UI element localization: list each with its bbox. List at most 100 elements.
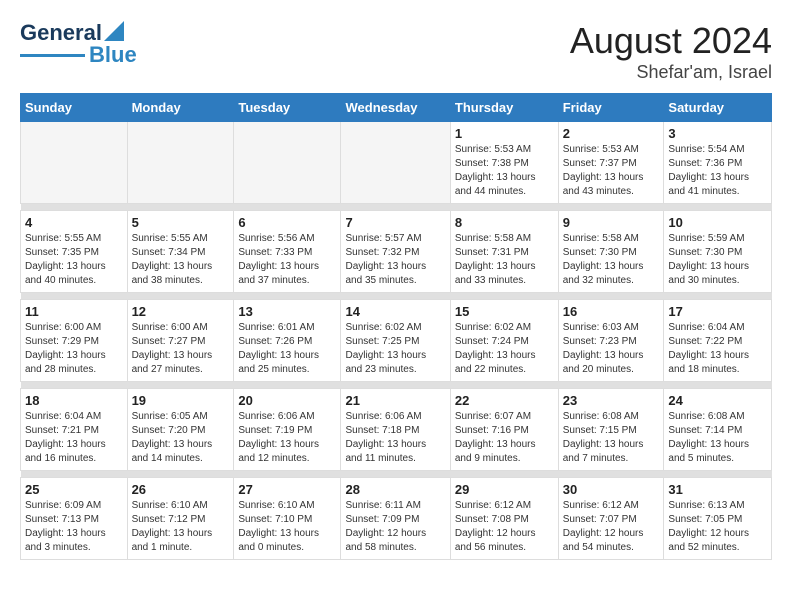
calendar-cell: 28 Sunrise: 6:11 AM Sunset: 7:09 PM Dayli… <box>341 478 450 560</box>
day-info: Sunrise: 5:58 AM Sunset: 7:30 PM Dayligh… <box>563 232 660 288</box>
header-day: Sunday <box>21 94 128 122</box>
day-number: 12 <box>132 304 230 319</box>
day-info: Sunrise: 6:11 AM Sunset: 7:09 PM Dayligh… <box>345 499 445 555</box>
day-info: Sunrise: 6:10 AM Sunset: 7:12 PM Dayligh… <box>132 499 230 555</box>
day-info: Sunrise: 6:08 AM Sunset: 7:14 PM Dayligh… <box>668 410 767 466</box>
header-day: Wednesday <box>341 94 450 122</box>
calendar-cell: 25 Sunrise: 6:09 AM Sunset: 7:13 PM Dayli… <box>21 478 128 560</box>
day-number: 13 <box>238 304 336 319</box>
day-info: Sunrise: 5:55 AM Sunset: 7:35 PM Dayligh… <box>25 232 123 288</box>
calendar-cell: 5 Sunrise: 5:55 AM Sunset: 7:34 PM Daylig… <box>127 211 234 293</box>
calendar-cell: 2Sunrise: 5:53 AM Sunset: 7:37 PM Daylig… <box>558 122 664 204</box>
day-number: 3 <box>668 126 767 141</box>
week-spacer <box>21 293 772 300</box>
day-number: 5 <box>132 215 230 230</box>
calendar-cell: 3 Sunrise: 5:54 AM Sunset: 7:36 PM Daylig… <box>664 122 772 204</box>
day-number: 9 <box>563 215 660 230</box>
day-number: 16 <box>563 304 660 319</box>
day-info: Sunrise: 6:12 AM Sunset: 7:08 PM Dayligh… <box>455 499 554 555</box>
logo: General Blue <box>20 20 137 68</box>
page-header: General Blue August 2024 Shefar'am, Isra… <box>20 20 772 83</box>
day-info: Sunrise: 5:53 AM Sunset: 7:38 PM Dayligh… <box>455 143 554 199</box>
day-number: 27 <box>238 482 336 497</box>
calendar-cell <box>341 122 450 204</box>
day-info: Sunrise: 5:58 AM Sunset: 7:31 PM Dayligh… <box>455 232 554 288</box>
day-info: Sunrise: 6:09 AM Sunset: 7:13 PM Dayligh… <box>25 499 123 555</box>
day-info: Sunrise: 5:56 AM Sunset: 7:33 PM Dayligh… <box>238 232 336 288</box>
week-spacer <box>21 471 772 478</box>
day-number: 6 <box>238 215 336 230</box>
day-number: 20 <box>238 393 336 408</box>
spacer-cell <box>21 293 772 300</box>
calendar-week-row: 1 Sunrise: 5:53 AM Sunset: 7:38 PM Daylig… <box>21 122 772 204</box>
day-info: Sunrise: 5:54 AM Sunset: 7:36 PM Dayligh… <box>668 143 767 199</box>
day-info: Sunrise: 6:03 AM Sunset: 7:23 PM Dayligh… <box>563 321 660 377</box>
day-info: Sunrise: 5:57 AM Sunset: 7:32 PM Dayligh… <box>345 232 445 288</box>
day-number: 14 <box>345 304 445 319</box>
day-number: 24 <box>668 393 767 408</box>
calendar-cell: 23Sunrise: 6:08 AM Sunset: 7:15 PM Dayli… <box>558 389 664 471</box>
day-number: 22 <box>455 393 554 408</box>
day-number: 4 <box>25 215 123 230</box>
day-info: Sunrise: 6:02 AM Sunset: 7:24 PM Dayligh… <box>455 321 554 377</box>
title-block: August 2024 Shefar'am, Israel <box>570 20 772 83</box>
day-number: 15 <box>455 304 554 319</box>
calendar-cell: 13 Sunrise: 6:01 AM Sunset: 7:26 PM Dayli… <box>234 300 341 382</box>
calendar-cell: 22 Sunrise: 6:07 AM Sunset: 7:16 PM Dayli… <box>450 389 558 471</box>
calendar-cell: 15 Sunrise: 6:02 AM Sunset: 7:24 PM Dayli… <box>450 300 558 382</box>
day-info: Sunrise: 5:55 AM Sunset: 7:34 PM Dayligh… <box>132 232 230 288</box>
calendar-cell: 21 Sunrise: 6:06 AM Sunset: 7:18 PM Dayli… <box>341 389 450 471</box>
calendar-cell <box>21 122 128 204</box>
day-info: Sunrise: 6:01 AM Sunset: 7:26 PM Dayligh… <box>238 321 336 377</box>
calendar-cell: 8Sunrise: 5:58 AM Sunset: 7:31 PM Daylig… <box>450 211 558 293</box>
calendar-cell <box>234 122 341 204</box>
logo-blue-text: Blue <box>89 42 137 68</box>
day-number: 25 <box>25 482 123 497</box>
day-info: Sunrise: 6:00 AM Sunset: 7:29 PM Dayligh… <box>25 321 123 377</box>
calendar-cell: 26Sunrise: 6:10 AM Sunset: 7:12 PM Dayli… <box>127 478 234 560</box>
day-number: 29 <box>455 482 554 497</box>
day-number: 10 <box>668 215 767 230</box>
calendar-week-row: 4 Sunrise: 5:55 AM Sunset: 7:35 PM Daylig… <box>21 211 772 293</box>
day-info: Sunrise: 6:07 AM Sunset: 7:16 PM Dayligh… <box>455 410 554 466</box>
week-spacer <box>21 382 772 389</box>
calendar-cell: 6 Sunrise: 5:56 AM Sunset: 7:33 PM Daylig… <box>234 211 341 293</box>
calendar-cell: 11Sunrise: 6:00 AM Sunset: 7:29 PM Dayli… <box>21 300 128 382</box>
calendar-cell: 24 Sunrise: 6:08 AM Sunset: 7:14 PM Dayli… <box>664 389 772 471</box>
calendar-cell: 31Sunrise: 6:13 AM Sunset: 7:05 PM Dayli… <box>664 478 772 560</box>
day-number: 30 <box>563 482 660 497</box>
logo-icon <box>104 21 124 41</box>
day-number: 1 <box>455 126 554 141</box>
day-number: 28 <box>345 482 445 497</box>
calendar-cell: 12Sunrise: 6:00 AM Sunset: 7:27 PM Dayli… <box>127 300 234 382</box>
day-info: Sunrise: 6:05 AM Sunset: 7:20 PM Dayligh… <box>132 410 230 466</box>
calendar-table: SundayMondayTuesdayWednesdayThursdayFrid… <box>20 93 772 560</box>
day-info: Sunrise: 5:53 AM Sunset: 7:37 PM Dayligh… <box>563 143 660 199</box>
calendar-cell: 30Sunrise: 6:12 AM Sunset: 7:07 PM Dayli… <box>558 478 664 560</box>
calendar-cell: 9 Sunrise: 5:58 AM Sunset: 7:30 PM Daylig… <box>558 211 664 293</box>
day-info: Sunrise: 6:04 AM Sunset: 7:22 PM Dayligh… <box>668 321 767 377</box>
day-info: Sunrise: 6:08 AM Sunset: 7:15 PM Dayligh… <box>563 410 660 466</box>
day-info: Sunrise: 6:10 AM Sunset: 7:10 PM Dayligh… <box>238 499 336 555</box>
calendar-cell: 1 Sunrise: 5:53 AM Sunset: 7:38 PM Daylig… <box>450 122 558 204</box>
day-number: 18 <box>25 393 123 408</box>
subtitle: Shefar'am, Israel <box>570 62 772 83</box>
day-info: Sunrise: 6:06 AM Sunset: 7:19 PM Dayligh… <box>238 410 336 466</box>
spacer-cell <box>21 382 772 389</box>
calendar-cell: 20 Sunrise: 6:06 AM Sunset: 7:19 PM Dayli… <box>234 389 341 471</box>
calendar-cell: 14Sunrise: 6:02 AM Sunset: 7:25 PM Dayli… <box>341 300 450 382</box>
day-number: 17 <box>668 304 767 319</box>
calendar-cell <box>127 122 234 204</box>
day-number: 31 <box>668 482 767 497</box>
day-number: 21 <box>345 393 445 408</box>
calendar-cell: 18Sunrise: 6:04 AM Sunset: 7:21 PM Dayli… <box>21 389 128 471</box>
day-number: 7 <box>345 215 445 230</box>
spacer-cell <box>21 471 772 478</box>
header-row: SundayMondayTuesdayWednesdayThursdayFrid… <box>21 94 772 122</box>
day-info: Sunrise: 6:06 AM Sunset: 7:18 PM Dayligh… <box>345 410 445 466</box>
calendar-cell: 17 Sunrise: 6:04 AM Sunset: 7:22 PM Dayli… <box>664 300 772 382</box>
calendar-week-row: 18Sunrise: 6:04 AM Sunset: 7:21 PM Dayli… <box>21 389 772 471</box>
calendar-cell: 19Sunrise: 6:05 AM Sunset: 7:20 PM Dayli… <box>127 389 234 471</box>
header-day: Thursday <box>450 94 558 122</box>
calendar-cell: 27 Sunrise: 6:10 AM Sunset: 7:10 PM Dayli… <box>234 478 341 560</box>
